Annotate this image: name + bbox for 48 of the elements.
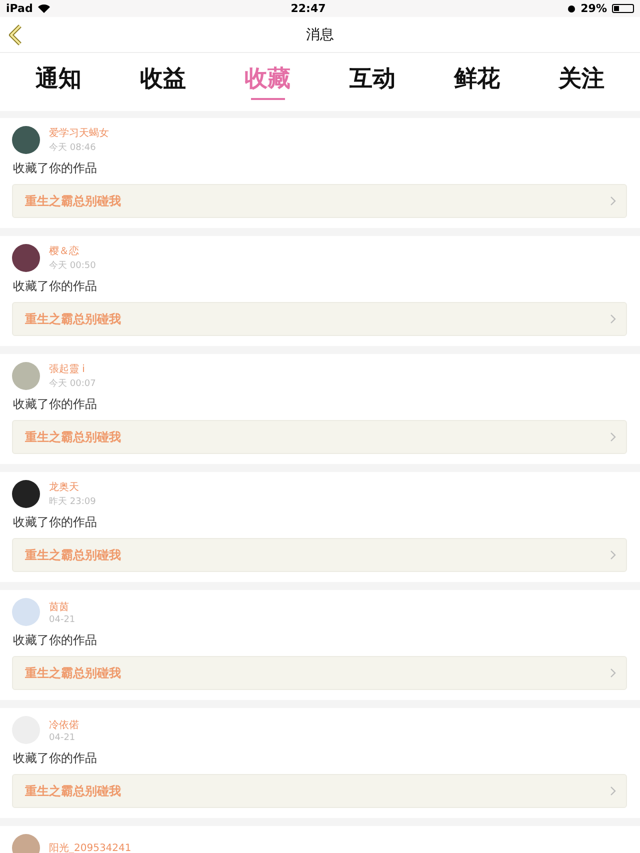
user-name[interactable]: 張起靈 i <box>49 362 96 376</box>
chevron-icon <box>610 550 616 560</box>
chevron-icon <box>610 668 616 678</box>
tab[interactable]: 收藏 <box>234 53 301 111</box>
work-link[interactable]: 重生之霸总别碰我 <box>12 420 627 454</box>
battery-percent: 29% <box>580 2 607 15</box>
clock: 22:47 <box>290 2 326 15</box>
message-time: 昨天 23:09 <box>49 496 96 508</box>
message-text: 收藏了你的作品 <box>13 750 98 767</box>
message-time: 今天 08:46 <box>49 142 97 154</box>
page-title: 消息 <box>306 26 334 44</box>
work-link[interactable]: 重生之霸总别碰我 <box>12 656 627 690</box>
work-link[interactable]: 重生之霸总别碰我 <box>12 774 627 808</box>
avatar <box>12 126 40 154</box>
work-link[interactable]: 重生之霸总别碰我 <box>12 184 627 218</box>
user-name[interactable]: 樱＆恋 <box>49 244 96 258</box>
message-time: 04-21 <box>49 732 76 742</box>
work-link[interactable]: 重生之霸总别碰我 <box>12 302 627 336</box>
chevron-icon <box>610 786 616 796</box>
battery-icon <box>612 4 634 13</box>
message-text: 收藏了你的作品 <box>13 514 98 531</box>
avatar <box>12 480 40 508</box>
tab[interactable]: 关注 <box>548 53 615 111</box>
avatar <box>12 244 40 272</box>
chevron-icon <box>610 196 616 206</box>
chevron-icon <box>610 432 616 442</box>
message-time: 今天 00:50 <box>49 260 96 272</box>
device-name: iPad <box>6 2 33 15</box>
user-name[interactable]: 龙奥天 <box>49 480 96 494</box>
user-name[interactable]: 冷依偌 <box>49 718 79 732</box>
chevron-icon <box>610 314 616 324</box>
message-text: 收藏了你的作品 <box>13 160 98 177</box>
user-name[interactable]: 阳光_209534241 <box>49 841 132 853</box>
message-time: 04-21 <box>49 614 76 624</box>
wifi-icon <box>38 4 50 13</box>
message-text: 收藏了你的作品 <box>13 278 98 295</box>
work-link[interactable]: 重生之霸总别碰我 <box>12 538 627 572</box>
message-time: 今天 00:07 <box>49 378 96 390</box>
user-name[interactable]: 茵茵 <box>49 600 76 614</box>
avatar <box>12 598 40 626</box>
avatar <box>12 362 40 390</box>
tab[interactable]: 鲜花 <box>444 53 510 111</box>
message-text: 收藏了你的作品 <box>13 632 98 649</box>
user-name[interactable]: 爱学习天蝎女 <box>49 126 109 140</box>
tab[interactable]: 收益 <box>130 53 196 111</box>
message-text: 收藏了你的作品 <box>13 396 98 413</box>
tab[interactable]: 互动 <box>339 53 406 111</box>
tab[interactable]: 通知 <box>25 53 92 111</box>
